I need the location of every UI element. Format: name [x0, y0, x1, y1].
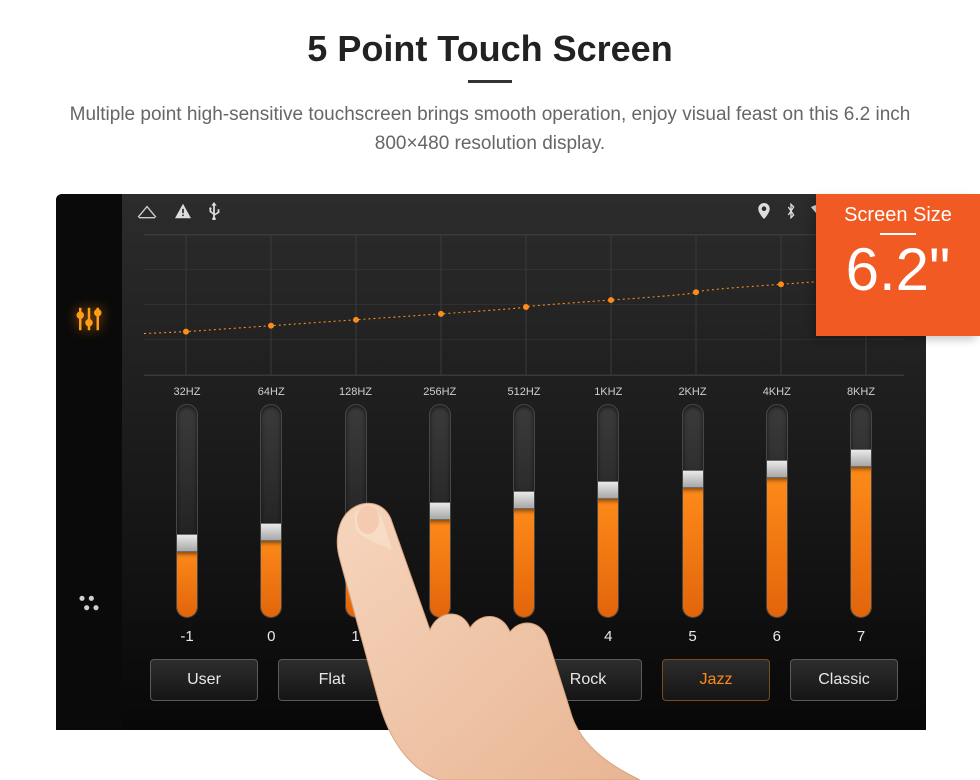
slider-knob[interactable] [513, 491, 535, 509]
eq-band: 128HZ 1 [319, 386, 393, 645]
band-value-label: -1 [180, 628, 193, 645]
badge-label: Screen Size [816, 204, 980, 227]
eq-slider[interactable] [850, 404, 872, 618]
preset-row: User Flat Pop Rock Jazz Classic [122, 645, 926, 701]
preset-user-button[interactable]: User [150, 659, 258, 701]
screen-size-badge: Screen Size 6.2" [816, 194, 980, 336]
eq-band: 1KHZ 4 [571, 386, 645, 645]
band-freq-label: 4KHZ [763, 386, 791, 398]
sidebar [56, 194, 122, 730]
band-value-label: 4 [604, 628, 612, 645]
eq-band: 256HZ 2 [403, 386, 477, 645]
band-freq-label: 512HZ [507, 386, 540, 398]
home-icon[interactable] [136, 203, 158, 219]
badge-underline [880, 233, 916, 235]
eq-slider[interactable] [429, 404, 451, 618]
band-value-label: 7 [857, 628, 865, 645]
eq-slider[interactable] [176, 404, 198, 618]
preset-jazz-button[interactable]: Jazz [662, 659, 770, 701]
band-value-label: 3 [520, 628, 528, 645]
band-freq-label: 32HZ [174, 386, 201, 398]
equalizer-icon[interactable] [74, 304, 104, 339]
band-value-label: 2 [436, 628, 444, 645]
eq-bands: 32HZ -1 64HZ 0 128HZ 1 256HZ 2 512HZ 3 1KHZ 4 2KHZ 5 4… [122, 378, 926, 645]
eq-band: 8KHZ 7 [824, 386, 898, 645]
eq-band: 2KHZ 5 [656, 386, 730, 645]
eq-slider[interactable] [260, 404, 282, 618]
page-title: 5 Point Touch Screen [0, 28, 980, 70]
eq-slider[interactable] [513, 404, 535, 618]
band-freq-label: 1KHZ [594, 386, 622, 398]
eq-curve-graph [144, 234, 904, 376]
preset-pop-button[interactable]: Pop [406, 659, 514, 701]
eq-band: 4KHZ 6 [740, 386, 814, 645]
location-icon [757, 203, 771, 219]
band-freq-label: 8KHZ [847, 386, 875, 398]
band-freq-label: 256HZ [423, 386, 456, 398]
eq-slider[interactable] [597, 404, 619, 618]
warning-icon [174, 203, 192, 219]
slider-knob[interactable] [429, 502, 451, 520]
slider-knob[interactable] [260, 523, 282, 541]
slider-knob[interactable] [597, 481, 619, 499]
preset-classic-button[interactable]: Classic [790, 659, 898, 701]
status-bar: 19:25 [122, 194, 926, 228]
slider-knob[interactable] [766, 460, 788, 478]
slider-knob[interactable] [345, 513, 367, 531]
band-freq-label: 128HZ [339, 386, 372, 398]
eq-band: 512HZ 3 [487, 386, 561, 645]
band-freq-label: 64HZ [258, 386, 285, 398]
eq-band: 32HZ -1 [150, 386, 224, 645]
eq-slider[interactable] [345, 404, 367, 618]
eq-slider[interactable] [682, 404, 704, 618]
slider-knob[interactable] [850, 449, 872, 467]
usb-icon [208, 202, 220, 220]
badge-value: 6.2" [816, 237, 980, 303]
slider-knob[interactable] [176, 534, 198, 552]
preset-rock-button[interactable]: Rock [534, 659, 642, 701]
slider-knob[interactable] [682, 470, 704, 488]
device-screen: 19:25 [56, 194, 926, 730]
bluetooth-icon [785, 203, 797, 219]
title-underline [468, 80, 512, 83]
more-icon[interactable] [75, 589, 103, 622]
band-value-label: 6 [773, 628, 781, 645]
band-value-label: 0 [267, 628, 275, 645]
band-freq-label: 2KHZ [678, 386, 706, 398]
page-subtitle: Multiple point high-sensitive touchscree… [0, 101, 980, 158]
band-value-label: 5 [688, 628, 696, 645]
eq-slider[interactable] [766, 404, 788, 618]
band-value-label: 1 [351, 628, 359, 645]
preset-flat-button[interactable]: Flat [278, 659, 386, 701]
eq-band: 64HZ 0 [234, 386, 308, 645]
